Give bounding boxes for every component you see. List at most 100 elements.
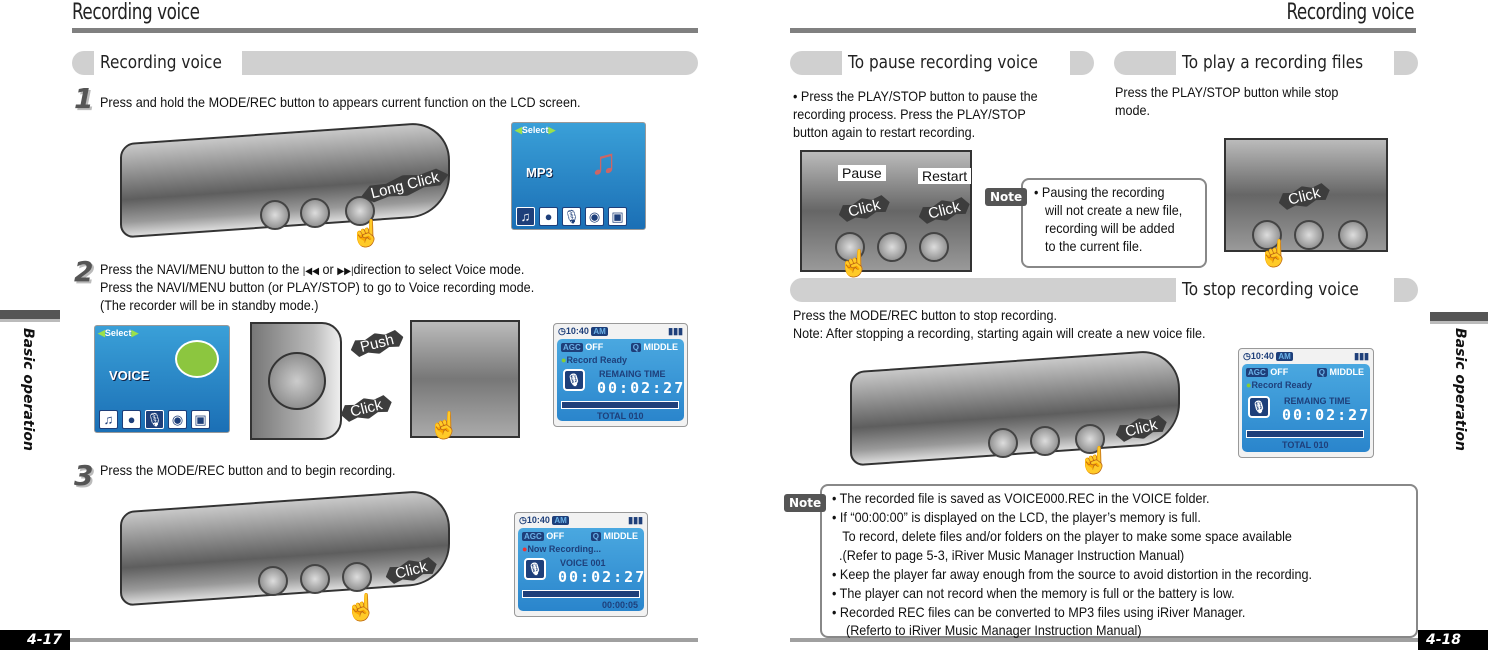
lcd-record-ready-stop: ◷10:40 AM ▮▮▮ AGC OFF Q MIDDLE ●Record Re… [1238, 348, 1374, 458]
music-notes-icon: ♫ [590, 141, 617, 182]
lcd-mode-label: MP3 [526, 165, 553, 180]
pause-note-line-3: recording will be added [1045, 220, 1175, 236]
singing-face-icon [175, 340, 219, 378]
hand-pointer-icon: ☝ [1258, 238, 1291, 268]
step-number-1: 1 [74, 82, 94, 115]
push-callout: Push [348, 327, 406, 360]
pause-text-1: • Press the PLAY/STOP button to pause th… [793, 88, 1038, 104]
clock-icon: ◷ [558, 326, 566, 336]
right-arrow-icon: ▶ [131, 328, 139, 338]
side-label-basic-operation: Basic operation [20, 328, 36, 451]
hand-pointer-icon: ☝ [428, 410, 461, 440]
section-title: Recording voice [94, 51, 242, 75]
note-line-3: To record, delete files and/or folders o… [832, 528, 1292, 544]
pause-text-3: button again to restart recording. [793, 124, 976, 140]
note-line-7: • Recorded REC files can be converted to… [832, 604, 1246, 620]
clock-icon: ◷ [1243, 351, 1251, 361]
clock-time: ◷10:40 AM [558, 326, 608, 336]
side-tab [0, 310, 60, 322]
step-2-text-a: Press the NAVI/MENU button to the |◀◀ or… [100, 261, 525, 277]
lcd-record-ready: ◷10:40 AM ▮▮▮ AGC OFF Q MIDDLE ●Record Re… [553, 323, 688, 427]
stop-text-2: Note: After stopping a recording, starti… [793, 325, 1206, 341]
lcd-select-label: ◀Select▶ [515, 125, 556, 135]
mode-button [1338, 220, 1368, 250]
progress-bar [522, 590, 640, 598]
lcd-mode-icons: ♫ ● 🎙 ◉ ▣ [516, 207, 627, 226]
camera-icon: ◉ [168, 410, 187, 429]
mic-icon: 🎙 [524, 558, 546, 580]
note-line-5: • Keep the player far away enough from t… [832, 566, 1312, 582]
ab-button [1030, 426, 1060, 456]
page-title-left: Recording voice [72, 0, 200, 25]
battery-icon: ▮▮▮ [668, 326, 683, 336]
section-title-play: To play a recording files [1176, 51, 1394, 75]
pause-text-2: recording process. Press the PLAY/STOP [793, 106, 1026, 122]
music-icon: ♫ [99, 410, 118, 429]
note-line-4: .(Refer to page 5-3, iRiver Music Manage… [832, 547, 1185, 563]
forward-icon: ▶▶| [337, 266, 354, 277]
stop-text-1: Press the MODE/REC button to stop record… [793, 307, 1058, 323]
step-number-3: 3 [74, 459, 94, 492]
ab-button [877, 232, 907, 262]
restart-label: Restart [918, 168, 972, 184]
pause-note-line-2: will not create a new file, [1045, 202, 1183, 218]
page-number-right: 4-18 [1418, 630, 1488, 650]
note-line-2: • If “00:00:00” is displayed on the LCD,… [832, 509, 1201, 525]
click-callout: Click [338, 392, 394, 425]
mic-icon: 🎙 [563, 369, 585, 391]
lcd-select-mp3: ◀Select▶ MP3 ♫ ♫ ● 🎙 ◉ ▣ [511, 122, 646, 230]
step-1-text: Press and hold the MODE/REC button to ap… [100, 94, 581, 110]
page-title-right: Recording voice [1286, 0, 1414, 25]
progress-bar [561, 401, 679, 409]
pause-note-line-4: to the current file. [1045, 238, 1143, 254]
mic-icon: 🎙 [145, 410, 164, 429]
radio-icon: ● [539, 207, 558, 226]
side-label-basic-operation: Basic operation [1452, 328, 1468, 451]
browser-icon: ▣ [608, 207, 627, 226]
battery-icon: ▮▮▮ [1354, 351, 1369, 361]
section-title-pause: To pause recording voice [842, 51, 1070, 75]
mode-button [919, 232, 949, 262]
hand-pointer-icon: ☝ [838, 248, 871, 278]
section-title-stop: To stop recording voice [1176, 278, 1394, 302]
lcd-select-voice: ◀Select▶ VOICE ♫ ● 🎙 ◉ ▣ [94, 325, 230, 433]
hand-pointer-icon: ☝ [345, 592, 378, 622]
page-number-left: 4-17 [0, 630, 70, 650]
play-text-1: Press the PLAY/STOP button while stop [1115, 84, 1339, 100]
lcd-mode-label: VOICE [109, 368, 150, 383]
title-rule [790, 28, 1416, 33]
bottom-rule [70, 638, 698, 642]
rewind-icon: |◀◀ [302, 266, 320, 277]
bottom-rule [790, 638, 1420, 642]
browser-icon: ▣ [191, 410, 210, 429]
left-arrow-icon: ◀ [98, 328, 105, 338]
step-3-text: Press the MODE/REC button and to begin r… [100, 462, 396, 478]
mic-icon: 🎙 [562, 207, 581, 226]
ab-button [300, 198, 330, 228]
hand-pointer-icon: ☝ [350, 218, 383, 248]
note-tag: Note [985, 188, 1028, 206]
battery-icon: ▮▮▮ [628, 515, 643, 525]
stereo-button [988, 428, 1018, 458]
stereo-button [258, 566, 288, 596]
pause-label: Pause [838, 165, 886, 181]
lcd-now-recording: ◷10:40 AM ▮▮▮ AGC OFF Q MIDDLE ●Now Recor… [514, 512, 648, 617]
play-text-2: mode. [1115, 102, 1151, 118]
stereo-button [260, 200, 290, 230]
title-rule [72, 28, 698, 33]
hand-pointer-icon: ☝ [1078, 445, 1111, 475]
radio-icon: ● [122, 410, 141, 429]
mic-icon: 🎙 [1248, 396, 1270, 418]
clock-icon: ◷ [519, 515, 527, 525]
music-icon: ♫ [516, 207, 535, 226]
note-line-8: (Referto to iRiver Music Manager Instruc… [832, 622, 1142, 638]
ab-button [1294, 220, 1324, 250]
ab-button [300, 564, 330, 594]
note-line-1: • The recorded file is saved as VOICE000… [832, 490, 1210, 506]
player-closeup-illustration [410, 320, 520, 438]
camera-icon: ◉ [585, 207, 604, 226]
mode-rec-button [342, 562, 372, 592]
right-arrow-icon: ▶ [548, 125, 556, 135]
left-arrow-icon: ◀ [515, 125, 522, 135]
side-tab [1430, 312, 1488, 324]
